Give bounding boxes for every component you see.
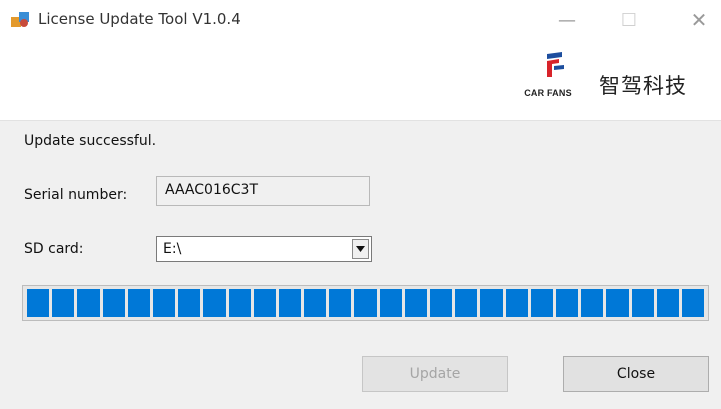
progress-segment [203, 289, 226, 317]
status-message: Update successful. [24, 133, 157, 149]
progress-segment [127, 289, 150, 317]
maximize-icon: ☐ [620, 9, 638, 31]
close-window-button[interactable]: ✕ [684, 8, 714, 32]
minimize-button[interactable]: — [552, 8, 582, 32]
maximize-button[interactable]: ☐ [614, 8, 644, 32]
progress-segment [505, 289, 528, 317]
progress-segment [530, 289, 553, 317]
sd-card-value: E:\ [163, 241, 182, 257]
progress-segment [354, 289, 377, 317]
close-button[interactable]: Close [563, 356, 709, 392]
update-button[interactable]: Update [362, 356, 508, 392]
progress-segment [480, 289, 503, 317]
title-bar: License Update Tool V1.0.4 — ☐ ✕ [0, 0, 721, 40]
serial-number-value: AAAC016C3T [165, 182, 258, 198]
chevron-down-icon [356, 246, 365, 252]
car-fans-logo-icon [547, 52, 564, 77]
close-button-label: Close [616, 366, 656, 382]
app-icon [11, 12, 29, 27]
sd-card-select[interactable]: E:\ [156, 236, 372, 262]
progress-segment [304, 289, 327, 317]
progress-segment [404, 289, 427, 317]
progress-segment [77, 289, 100, 317]
close-icon: ✕ [690, 8, 708, 32]
progress-segment [152, 289, 176, 317]
dropdown-arrow-button[interactable] [352, 239, 369, 259]
window-title: License Update Tool V1.0.4 [38, 10, 241, 28]
progress-segment [102, 289, 125, 317]
progress-segment [228, 289, 251, 317]
progress-segment [581, 289, 604, 317]
progress-segment [253, 289, 276, 317]
progress-segment [681, 289, 705, 317]
progress-segment [52, 289, 75, 317]
minimize-icon: — [558, 9, 576, 31]
sd-card-label: SD card: [24, 241, 84, 257]
progress-segment [329, 289, 352, 317]
progress-segment [656, 289, 679, 317]
progress-segment [606, 289, 629, 317]
progress-segment [178, 289, 201, 317]
progress-segment [455, 289, 478, 317]
update-button-label: Update [409, 366, 461, 382]
progress-segment [631, 289, 654, 317]
progress-segment [379, 289, 402, 317]
progress-bar [22, 285, 709, 321]
brand-logo-text: CAR FANS [524, 88, 572, 98]
progress-segment [278, 289, 302, 317]
brand-chinese-name: 智驾科技 [599, 74, 687, 98]
serial-number-label: Serial number: [24, 187, 128, 203]
progress-segment [555, 289, 579, 317]
progress-segment [430, 289, 453, 317]
progress-segment [27, 289, 50, 317]
serial-number-field[interactable]: AAAC016C3T [156, 176, 370, 206]
